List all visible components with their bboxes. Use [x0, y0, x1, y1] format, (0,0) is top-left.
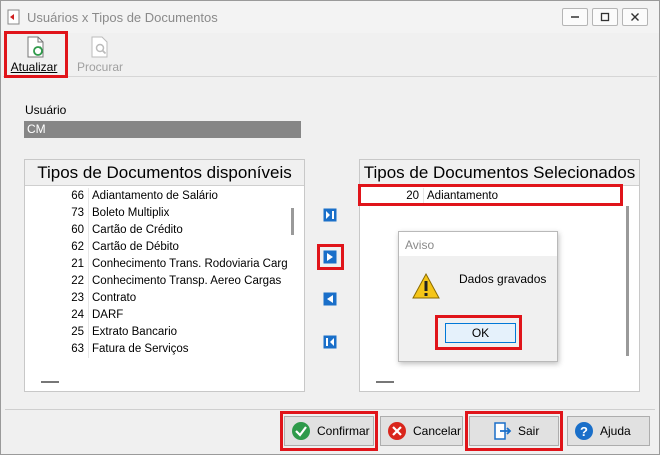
- available-row[interactable]: 22 Conhecimento Transp. Aereo Cargas: [25, 273, 291, 290]
- warning-dialog: Aviso Dados gravados OK: [398, 231, 558, 362]
- available-row-description: Boleto Multiplix: [92, 207, 170, 219]
- available-scrollbar[interactable]: [291, 208, 294, 235]
- available-rows: 66 Adiantamento de Salário 73 Boleto Multip…: [25, 188, 291, 358]
- warning-icon: [412, 272, 440, 299]
- available-row-description: Adiantamento de Salário: [92, 190, 218, 202]
- available-row-description: Extrato Bancario: [92, 326, 178, 338]
- svg-text:?: ?: [580, 424, 588, 439]
- cancel-icon: [388, 422, 406, 440]
- title-bar: Usuários x Tipos de Documentos: [1, 1, 659, 33]
- exit-button[interactable]: Sair: [469, 416, 559, 446]
- maximize-button[interactable]: [592, 8, 618, 26]
- available-row-code: 73: [25, 205, 89, 222]
- available-row-description: Fatura de Serviços: [92, 343, 189, 355]
- available-row-description: Conhecimento Transp. Aereo Cargas: [92, 275, 282, 287]
- cancel-button[interactable]: Cancelar: [380, 416, 463, 446]
- selected-list-header: Tipos de Documentos Selecionados: [360, 160, 639, 186]
- available-horizontal-scrollbar[interactable]: [41, 381, 59, 383]
- dialog-message: Dados gravados: [459, 272, 547, 286]
- available-row[interactable]: 24 DARF: [25, 307, 291, 324]
- check-icon: [292, 422, 310, 440]
- refresh-button[interactable]: Atualizar: [5, 33, 63, 75]
- available-row-code: 22: [25, 273, 89, 290]
- search-button[interactable]: Procurar: [71, 33, 129, 75]
- available-row-description: Cartão de Crédito: [92, 224, 183, 236]
- available-row[interactable]: 21 Conhecimento Trans. Rodoviaria Carg: [25, 256, 291, 273]
- minimize-icon: [571, 16, 579, 18]
- search-document-icon: [91, 36, 108, 58]
- window-title: Usuários x Tipos de Documentos: [27, 10, 218, 25]
- help-icon: ?: [575, 422, 593, 440]
- available-row-code: 62: [25, 239, 89, 256]
- available-row[interactable]: 63 Fatura de Serviços: [25, 341, 291, 358]
- available-row[interactable]: 66 Adiantamento de Salário: [25, 188, 291, 205]
- confirm-label: Confirmar: [317, 424, 370, 438]
- cancel-label: Cancelar: [413, 424, 462, 438]
- available-row[interactable]: 23 Contrato: [25, 290, 291, 307]
- available-row-description: DARF: [92, 309, 124, 321]
- selected-row[interactable]: 20 Adiantamento: [360, 188, 626, 205]
- available-row-code: 25: [25, 324, 89, 341]
- available-row-code: 23: [25, 290, 89, 307]
- available-row-description: Cartão de Débito: [92, 241, 179, 253]
- available-row-description: Contrato: [92, 292, 137, 304]
- selected-scrollbar[interactable]: [626, 206, 629, 356]
- close-icon: [631, 13, 639, 21]
- refresh-label: Atualizar: [10, 60, 58, 74]
- footer-separator: [5, 409, 655, 410]
- available-row[interactable]: 62 Cartão de Débito: [25, 239, 291, 256]
- refresh-document-icon: [27, 36, 44, 58]
- available-row-code: 63: [25, 341, 89, 358]
- selected-row-description: Adiantamento: [427, 190, 498, 202]
- available-row-code: 66: [25, 188, 89, 205]
- exit-door-icon: [494, 422, 512, 440]
- available-row-description: Conhecimento Trans. Rodoviaria Carg: [92, 258, 288, 270]
- available-row-code: 24: [25, 307, 89, 324]
- user-label: Usuário: [25, 103, 67, 117]
- add-selected-icon[interactable]: [323, 250, 337, 264]
- selected-rows: 20 Adiantamento: [360, 188, 626, 205]
- search-label: Procurar: [76, 60, 123, 74]
- help-label: Ajuda: [600, 424, 631, 438]
- minimize-button[interactable]: [562, 8, 588, 26]
- available-row[interactable]: 60 Cartão de Crédito: [25, 222, 291, 239]
- remove-all-icon[interactable]: [323, 335, 337, 349]
- help-button[interactable]: ? Ajuda: [567, 416, 650, 446]
- selected-row-code: 20: [360, 188, 424, 205]
- add-all-icon[interactable]: [323, 208, 337, 222]
- dialog-title: Aviso: [399, 232, 557, 256]
- close-button[interactable]: [622, 8, 648, 26]
- confirm-button[interactable]: Confirmar: [284, 416, 374, 446]
- available-row-code: 60: [25, 222, 89, 239]
- available-list-header: Tipos de Documentos disponíveis: [25, 160, 304, 186]
- remove-selected-icon[interactable]: [323, 292, 337, 306]
- app-icon: [7, 9, 20, 25]
- exit-label: Sair: [518, 424, 540, 438]
- maximize-icon: [600, 12, 610, 22]
- selected-horizontal-scrollbar[interactable]: [376, 381, 394, 383]
- ok-button[interactable]: OK: [445, 323, 516, 343]
- available-documents-list[interactable]: Tipos de Documentos disponíveis 66 Adiant…: [24, 159, 305, 392]
- user-field[interactable]: CM: [24, 121, 301, 138]
- available-row[interactable]: 25 Extrato Bancario: [25, 324, 291, 341]
- available-row[interactable]: 73 Boleto Multiplix: [25, 205, 291, 222]
- main-window: Usuários x Tipos de Documentos Atualizar: [0, 0, 660, 455]
- toolbar: Atualizar Procurar: [3, 33, 657, 77]
- available-row-code: 21: [25, 256, 89, 273]
